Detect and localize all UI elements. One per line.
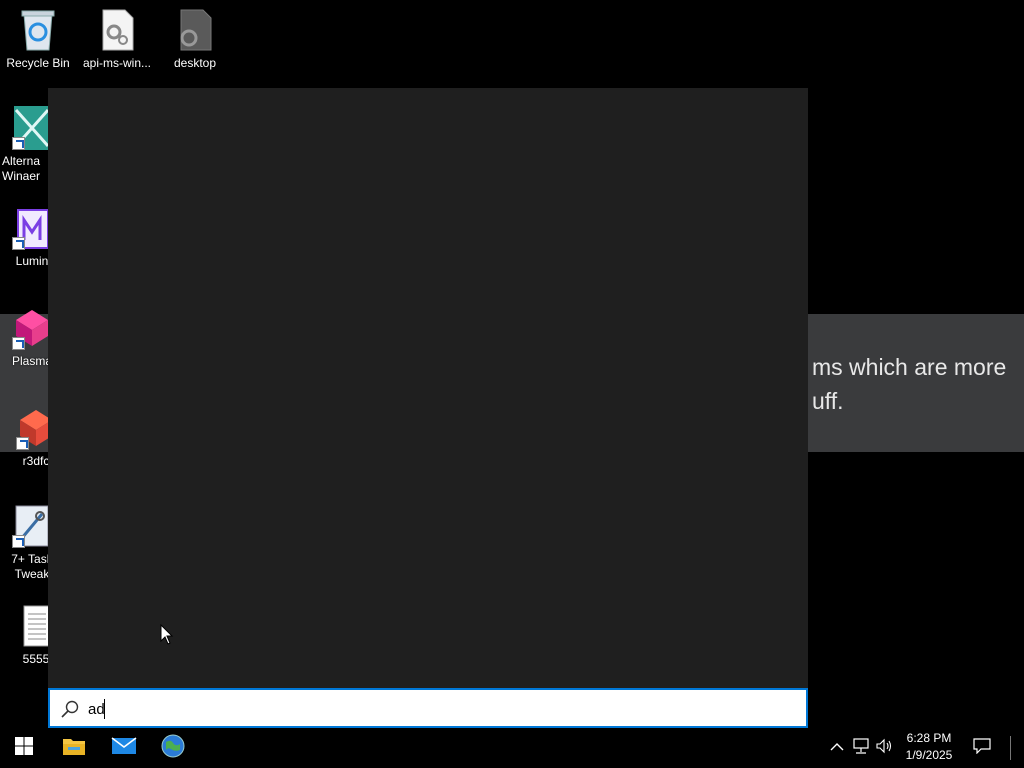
taskbar: 6:28 PM 1/9/2025 [0, 728, 1024, 768]
taskbar-tweaker-icon [12, 504, 52, 548]
mouse-pointer-icon [160, 623, 174, 646]
shortcut-arrow-icon [16, 437, 29, 450]
background-window-text: ms which are more uff. [812, 354, 1007, 414]
desktop-icon-recycle-bin[interactable]: Recycle Bin [0, 8, 76, 71]
chevron-up-icon [830, 739, 844, 757]
taskbar-browser[interactable] [149, 728, 197, 768]
desktop-icon-desktop[interactable]: desktop [157, 8, 233, 71]
clock-date: 1/9/2025 [905, 748, 953, 762]
show-desktop-button[interactable] [1010, 736, 1015, 760]
recycle-bin-icon [18, 8, 58, 52]
mail-icon [111, 736, 137, 761]
search-box[interactable] [48, 688, 808, 728]
taskbar-mail[interactable] [100, 728, 148, 768]
windows-start-icon [15, 736, 33, 760]
search-input[interactable] [88, 696, 788, 722]
start-button[interactable] [0, 728, 48, 768]
search-results-panel [48, 88, 808, 688]
shortcut-arrow-icon [12, 237, 25, 250]
browser-globe-icon [161, 734, 185, 763]
shortcut-arrow-icon [12, 137, 25, 150]
taskbar-file-explorer[interactable] [50, 728, 98, 768]
file-explorer-icon [62, 736, 86, 761]
text-caret [104, 699, 105, 719]
settings-file-dark-icon [175, 8, 215, 52]
network-icon [852, 737, 870, 759]
shortcut-arrow-icon [12, 535, 25, 548]
desktop-icon-api-ms-win[interactable]: api-ms-win... [79, 8, 155, 71]
clock-time: 6:28 PM [906, 731, 952, 745]
settings-file-icon [97, 8, 137, 52]
plasma-cube-icon [12, 306, 52, 350]
volume-tray-button[interactable] [874, 728, 896, 768]
winaero-tweaker-icon [12, 106, 52, 150]
network-tray-button[interactable] [850, 728, 872, 768]
show-hidden-icons-button[interactable] [826, 728, 848, 768]
taskbar-clock[interactable]: 6:28 PM 1/9/2025 [898, 730, 960, 766]
shortcut-arrow-icon [12, 337, 25, 350]
volume-icon [876, 738, 894, 759]
notifications-icon [973, 737, 991, 759]
search-icon [60, 699, 80, 719]
lumin-notepad-icon [12, 206, 52, 250]
action-center-button[interactable] [966, 728, 998, 768]
